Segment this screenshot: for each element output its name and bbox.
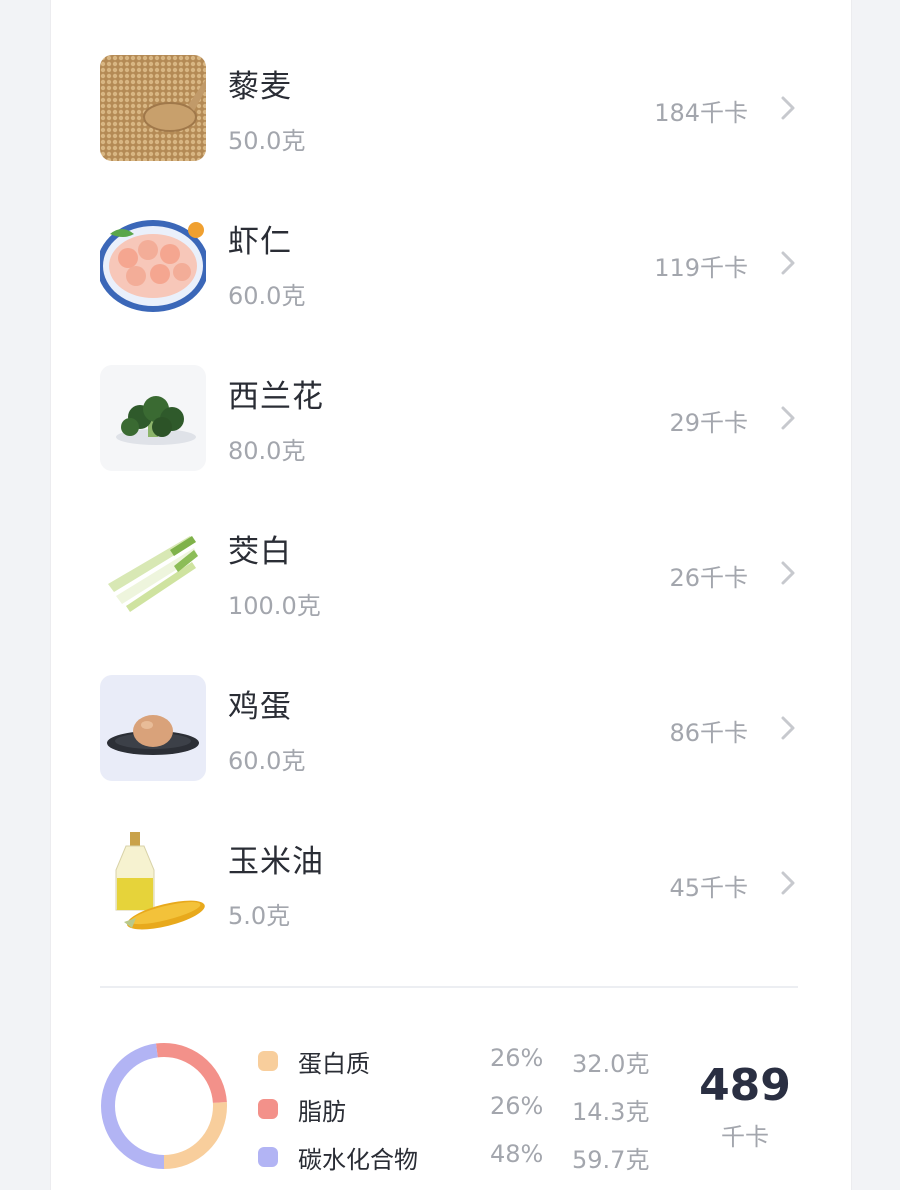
- chevron-right-icon: [781, 406, 795, 430]
- food-weight: 60.0克: [228, 747, 306, 775]
- carbs-color-dot: [258, 1147, 278, 1167]
- egg-image: [100, 675, 206, 781]
- food-calories: 29千卡: [669, 409, 748, 437]
- legend-row-fat: 脂肪 26% 14.3克: [258, 1090, 678, 1126]
- total-calories: 489 千卡: [690, 1060, 800, 1152]
- legend-label: 碳水化合物: [298, 1146, 418, 1174]
- food-weight: 50.0克: [228, 127, 306, 155]
- food-weight: 60.0克: [228, 282, 306, 310]
- nutrition-summary: 蛋白质 26% 32.0克 脂肪 26% 14.3克 碳水化合物 48% 59.…: [100, 1040, 800, 1180]
- legend-label: 脂肪: [298, 1098, 346, 1126]
- section-divider: [100, 986, 798, 988]
- macro-donut-chart: [101, 1043, 227, 1169]
- food-name: 鸡蛋: [228, 689, 292, 725]
- legend-grams: 32.0克: [572, 1050, 650, 1078]
- chevron-right-icon: [781, 871, 795, 895]
- legend-row-carbs: 碳水化合物 48% 59.7克: [258, 1138, 678, 1174]
- corn-oil-image: [100, 830, 206, 936]
- total-calories-value: 489: [699, 1060, 791, 1111]
- chevron-right-icon: [781, 561, 795, 585]
- legend-grams: 14.3克: [572, 1098, 650, 1126]
- food-weight: 80.0克: [228, 437, 306, 465]
- food-calories: 45千卡: [669, 874, 748, 902]
- shrimp-image: [100, 210, 206, 316]
- legend-percent: 26%: [490, 1044, 544, 1072]
- chevron-right-icon: [781, 96, 795, 120]
- food-name: 茭白: [228, 534, 292, 570]
- fat-color-dot: [258, 1099, 278, 1119]
- legend-row-protein: 蛋白质 26% 32.0克: [258, 1042, 678, 1078]
- protein-color-dot: [258, 1051, 278, 1071]
- water-bamboo-image: [100, 520, 206, 626]
- legend-grams: 59.7克: [572, 1146, 650, 1174]
- chevron-right-icon: [781, 716, 795, 740]
- food-calories: 26千卡: [669, 564, 748, 592]
- total-calories-unit: 千卡: [721, 1123, 769, 1151]
- food-calories: 86千卡: [669, 719, 748, 747]
- food-item-shrimp[interactable]: 虾仁 60.0克 119千卡: [100, 210, 800, 320]
- legend-percent: 26%: [490, 1092, 544, 1120]
- food-item-corn-oil[interactable]: 玉米油 5.0克 45千卡: [100, 830, 800, 940]
- food-name: 虾仁: [228, 224, 292, 260]
- broccoli-image: [100, 365, 206, 471]
- food-calories: 119千卡: [654, 254, 748, 282]
- food-item-water-bamboo[interactable]: 茭白 100.0克 26千卡: [100, 520, 800, 630]
- food-item-broccoli[interactable]: 西兰花 80.0克 29千卡: [100, 365, 800, 475]
- legend-label: 蛋白质: [298, 1050, 370, 1078]
- chevron-right-icon: [781, 251, 795, 275]
- food-item-quinoa[interactable]: 藜麦 50.0克 184千卡: [100, 55, 800, 165]
- food-calories: 184千卡: [654, 99, 748, 127]
- food-item-egg[interactable]: 鸡蛋 60.0克 86千卡: [100, 675, 800, 785]
- food-weight: 100.0克: [228, 592, 321, 620]
- food-weight: 5.0克: [228, 902, 291, 930]
- food-name: 西兰花: [228, 379, 324, 415]
- quinoa-image: [100, 55, 206, 161]
- food-name: 玉米油: [228, 844, 324, 880]
- legend-percent: 48%: [490, 1140, 544, 1168]
- food-name: 藜麦: [228, 69, 292, 105]
